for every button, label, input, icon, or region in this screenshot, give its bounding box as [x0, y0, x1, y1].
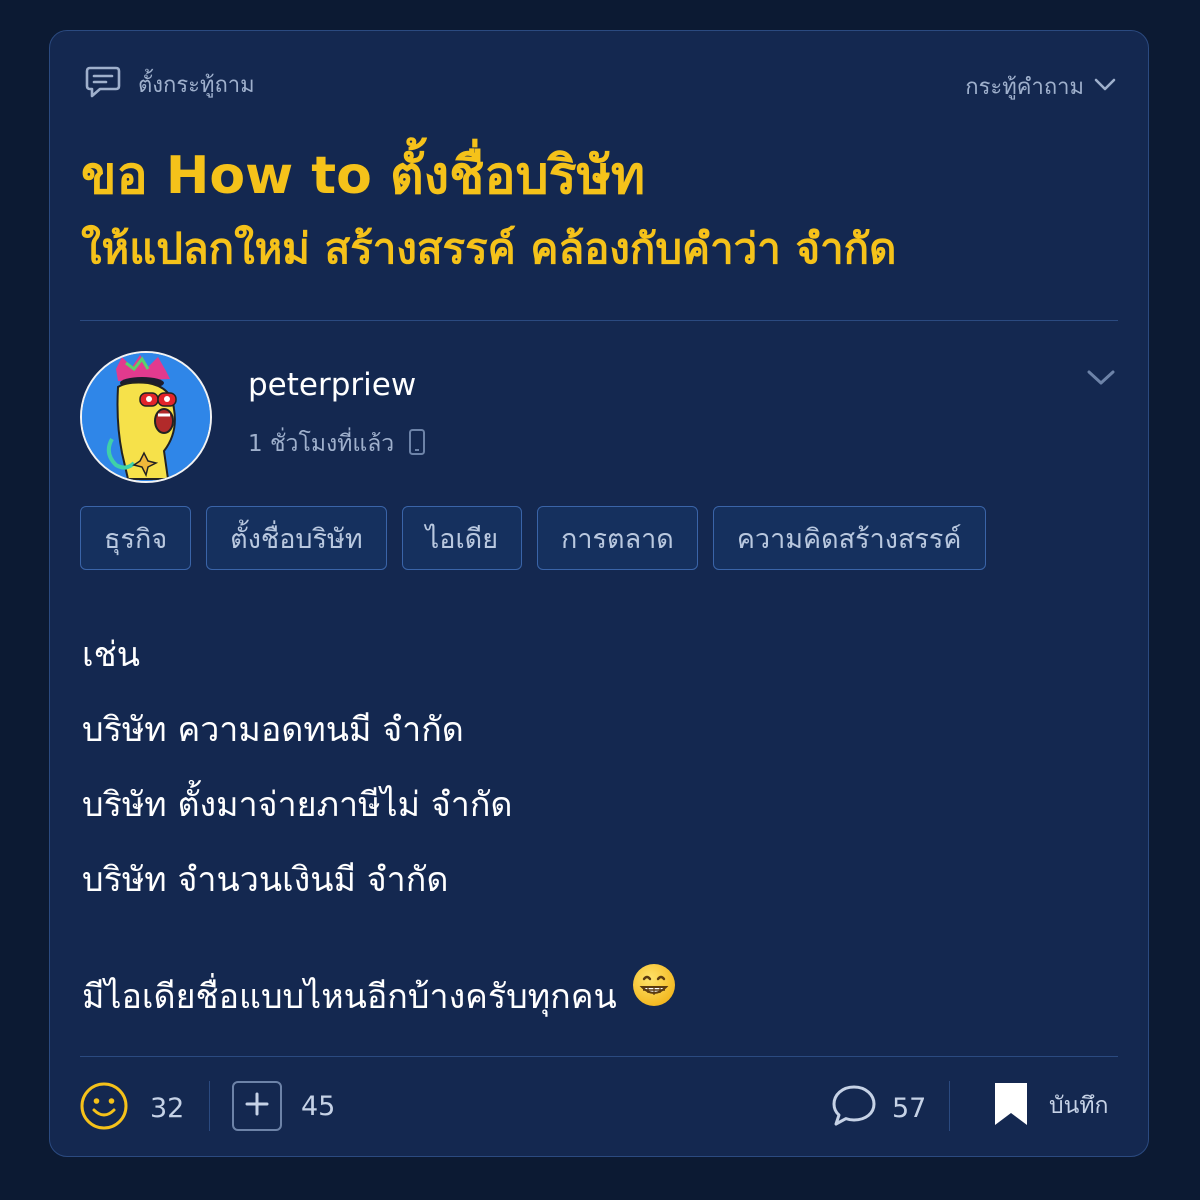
avatar[interactable] — [80, 351, 212, 483]
save-label: บันทึก — [1049, 1093, 1109, 1119]
chevron-down-icon — [1094, 77, 1116, 96]
tag-chip[interactable]: ตั้งชื่อบริษัท — [206, 506, 387, 570]
post-options-button[interactable] — [1086, 369, 1116, 391]
post-title: ขอ How to ตั้งชื่อบริษัท ให้แปลกใหม่ สร้… — [81, 141, 1131, 287]
tag-chip[interactable]: ไอเดีย — [401, 506, 523, 570]
post-type: ตั้งกระทู้ถาม — [84, 65, 255, 103]
body-line: บริษัท ความอดทนมี จำกัด — [82, 710, 464, 750]
grinning-face-icon — [631, 960, 677, 1035]
tag-chip[interactable]: ธุรกิจ — [80, 506, 192, 570]
smiley-face-icon — [78, 1080, 130, 1136]
body-closing-text: มีไอเดียชื่อแบบไหนอีกบ้างครับทุกคน — [82, 977, 617, 1017]
bookmark-icon — [993, 1081, 1029, 1131]
post-meta: 1 ชั่วโมงที่แล้ว — [248, 426, 426, 462]
post-time: 1 ชั่วโมงที่แล้ว — [248, 431, 395, 457]
chevron-down-icon — [1086, 370, 1116, 391]
post-header: ตั้งกระทู้ถาม กระทู้คำถาม — [50, 31, 1148, 131]
post-type-dropdown[interactable]: กระทู้คำถาม — [965, 69, 1116, 104]
post-card: ตั้งกระทู้ถาม กระทู้คำถาม ขอ How to ตั้ง… — [49, 30, 1149, 1157]
speech-bubble-icon — [84, 65, 122, 103]
body-line: เช่น — [82, 635, 140, 675]
comment-count: 57 — [892, 1092, 927, 1124]
title-divider — [80, 320, 1118, 321]
mobile-phone-icon — [408, 428, 426, 460]
tag-chip[interactable]: การตลาด — [537, 506, 698, 570]
post-type-dropdown-label: กระทู้คำถาม — [965, 75, 1084, 100]
comment-bubble-icon — [830, 1083, 878, 1133]
plus-icon — [244, 1091, 270, 1121]
emotion-count: 32 — [150, 1092, 185, 1124]
post-body: เช่น บริษัท ความอดทนมี จำกัด บริษัท ตั้ง… — [82, 618, 677, 1035]
post-title-line-2: ให้แปลกใหม่ สร้างสรรค์ คล้องกับคำว่า จำก… — [81, 224, 897, 273]
actions-divider — [80, 1056, 1118, 1057]
post-type-label: ตั้งกระทู้ถาม — [138, 72, 255, 98]
actions-separator — [949, 1081, 950, 1131]
vote-count: 45 — [301, 1090, 336, 1122]
body-closing: มีไอเดียชื่อแบบไหนอีกบ้างครับทุกคน — [82, 960, 677, 1035]
tag-list: ธุรกิจ ตั้งชื่อบริษัท ไอเดีย การตลาด ควา… — [80, 506, 1001, 570]
vote-plus-button[interactable] — [232, 1081, 282, 1131]
body-line: บริษัท ตั้งมาจ่ายภาษีไม่ จำกัด — [82, 785, 513, 825]
post-title-line-1: ขอ How to ตั้งชื่อบริษัท — [81, 146, 646, 206]
author-name[interactable]: peterpriew — [248, 367, 416, 403]
actions-separator — [209, 1081, 210, 1131]
body-line: บริษัท จำนวนเงินมี จำกัด — [82, 860, 449, 900]
avatar-illustration — [82, 353, 210, 481]
vote-group: 45 — [232, 1081, 335, 1131]
tag-chip[interactable]: ความคิดสร้างสรรค์ — [712, 506, 986, 570]
save-button[interactable]: บันทึก — [993, 1081, 1108, 1131]
emotion-button[interactable]: 32 — [78, 1080, 184, 1136]
comment-button[interactable]: 57 — [830, 1083, 926, 1133]
